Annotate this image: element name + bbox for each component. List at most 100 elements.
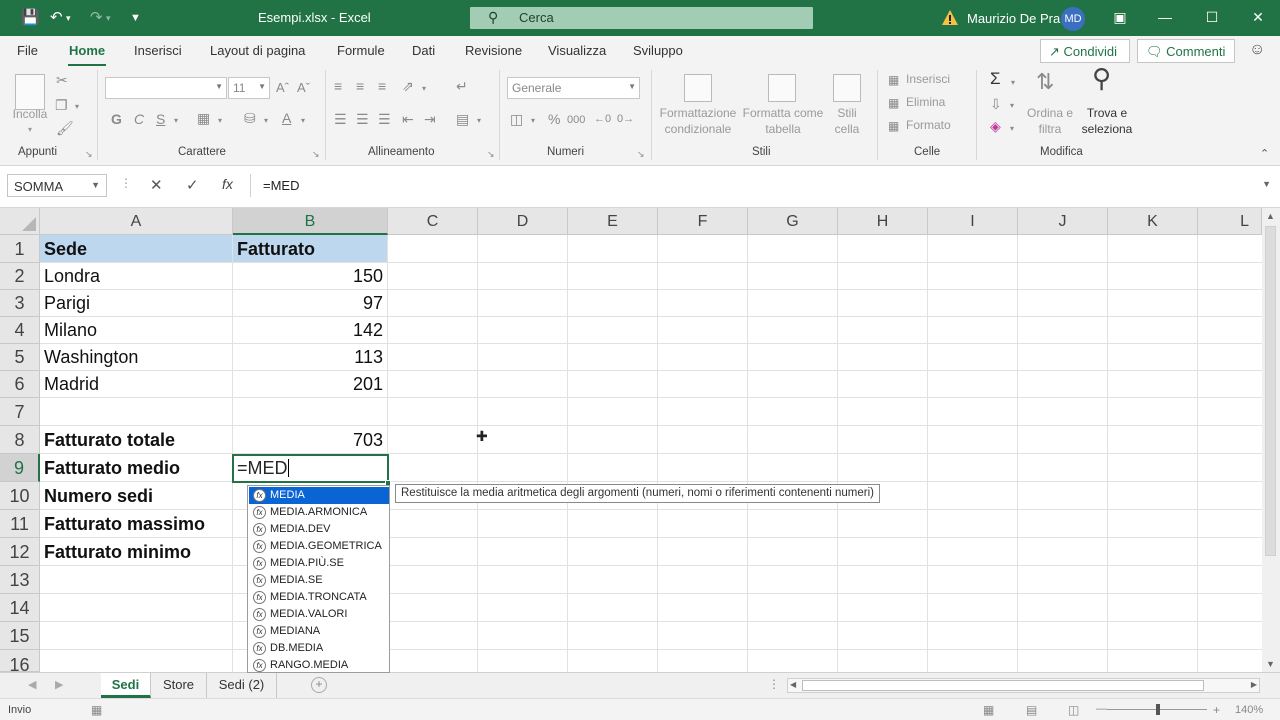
row-header-6[interactable]: 6 xyxy=(0,371,40,398)
borders-icon[interactable]: ▦ xyxy=(197,110,210,126)
orientation-icon[interactable]: ⇗ xyxy=(402,78,414,94)
accounting-dropdown-icon[interactable]: ▾ xyxy=(531,113,535,129)
bold-button[interactable]: G xyxy=(111,111,122,127)
cell-a3[interactable]: Parigi xyxy=(40,290,233,317)
zoom-slider-thumb[interactable] xyxy=(1156,704,1160,715)
tab-view[interactable]: Visualizza xyxy=(548,43,606,58)
vertical-scrollbar[interactable]: ▲ ▼ xyxy=(1262,208,1280,672)
row-header-4[interactable]: 4 xyxy=(0,317,40,344)
cell-styles-icon[interactable] xyxy=(833,74,861,102)
warning-icon[interactable] xyxy=(941,9,959,26)
ribbon-display-icon[interactable]: ▣ xyxy=(1110,7,1130,27)
row-header-8[interactable]: 8 xyxy=(0,426,40,454)
cell-a5[interactable]: Washington xyxy=(40,344,233,371)
close-icon[interactable]: ✕ xyxy=(1248,7,1268,27)
decrease-indent-icon[interactable]: ⇤ xyxy=(402,111,414,127)
autocomplete-item-media-geometrica[interactable]: fx MEDIA.GEOMETRICA xyxy=(249,538,389,555)
scroll-up-icon[interactable]: ▲ xyxy=(1266,211,1275,221)
format-cells-icon[interactable]: ▦ xyxy=(888,118,899,134)
find-select-label-2[interactable]: seleziona xyxy=(1074,122,1140,137)
sheet-tab-sedi[interactable]: Sedi xyxy=(101,673,151,698)
cell-a10[interactable]: Numero sedi xyxy=(40,482,233,510)
find-icon[interactable]: ⚲ xyxy=(1092,65,1111,91)
formula-input[interactable]: =MED ▼ xyxy=(250,174,1275,197)
fill-color-dropdown-icon[interactable]: ▾ xyxy=(264,113,268,129)
active-cell-b9[interactable]: =MED xyxy=(232,454,389,483)
column-header-l[interactable]: L xyxy=(1198,208,1262,235)
redo-dropdown-icon[interactable]: ▾ xyxy=(106,9,111,27)
customize-qat-icon[interactable]: ▼ xyxy=(130,9,141,27)
increase-indent-icon[interactable]: ⇥ xyxy=(424,111,436,127)
font-name-combo[interactable]: ▼ xyxy=(105,77,227,99)
zoom-out-icon[interactable]: — xyxy=(1096,703,1107,715)
cell-b5[interactable]: 113 xyxy=(233,344,388,371)
scroll-left-icon[interactable]: ◀ xyxy=(790,680,796,689)
avatar[interactable]: MD xyxy=(1061,7,1085,31)
format-as-table-label-2[interactable]: tabella xyxy=(740,122,826,137)
minimize-icon[interactable]: — xyxy=(1155,7,1175,27)
feedback-icon[interactable]: ☺ xyxy=(1249,41,1265,59)
next-sheet-icon[interactable]: ▶ xyxy=(55,678,63,691)
cell-b3[interactable]: 97 xyxy=(233,290,388,317)
alignment-launcher-icon[interactable]: ↘ xyxy=(487,149,495,160)
name-box[interactable]: SOMMA ▼ xyxy=(7,174,107,197)
autocomplete-item-media-valori[interactable]: fx MEDIA.VALORI xyxy=(249,606,389,623)
normal-view-icon[interactable]: ▦ xyxy=(983,703,994,717)
autocomplete-item-media-armonica[interactable]: fx MEDIA.ARMONICA xyxy=(249,504,389,521)
save-icon[interactable]: 💾 xyxy=(21,9,40,27)
cell-styles-label-2[interactable]: cella xyxy=(824,122,870,137)
cell-a6[interactable]: Madrid xyxy=(40,371,233,398)
autocomplete-item-media[interactable]: fx MEDIA xyxy=(249,487,389,504)
row-header-1[interactable]: 1 xyxy=(0,235,40,263)
cancel-icon[interactable]: ✕ xyxy=(150,176,163,194)
align-bottom-icon[interactable]: ≡ xyxy=(378,78,386,94)
row-header-10[interactable]: 10 xyxy=(0,482,40,510)
align-center-icon[interactable]: ☰ xyxy=(356,111,369,127)
orientation-dropdown-icon[interactable]: ▾ xyxy=(422,81,426,97)
cell-a4[interactable]: Milano xyxy=(40,317,233,344)
column-header-e[interactable]: E xyxy=(568,208,658,235)
column-header-a[interactable]: A xyxy=(40,208,233,235)
find-select-label-1[interactable]: Trova e xyxy=(1074,106,1140,121)
cell-b2[interactable]: 150 xyxy=(233,263,388,290)
copy-icon[interactable]: ❐ xyxy=(55,97,68,113)
accounting-format-icon[interactable]: ◫ xyxy=(510,111,523,127)
shrink-font-icon[interactable]: Aˇ xyxy=(297,80,310,96)
column-header-h[interactable]: H xyxy=(838,208,928,235)
italic-button[interactable]: C xyxy=(134,111,144,127)
page-layout-view-icon[interactable]: ▤ xyxy=(1026,703,1037,717)
column-header-d[interactable]: D xyxy=(478,208,568,235)
collapse-ribbon-icon[interactable]: ⌃ xyxy=(1260,146,1269,162)
autocomplete-item-mediana[interactable]: fx MEDIANA xyxy=(249,623,389,640)
autocomplete-item-media-piu-se[interactable]: fx MEDIA.PIÙ.SE xyxy=(249,555,389,572)
row-header-5[interactable]: 5 xyxy=(0,344,40,371)
column-header-j[interactable]: J xyxy=(1018,208,1108,235)
paste-label[interactable]: Incolla xyxy=(12,107,48,122)
horizontal-scrollbar[interactable]: ◀ ▶ xyxy=(787,678,1260,693)
align-top-icon[interactable]: ≡ xyxy=(334,78,342,94)
number-launcher-icon[interactable]: ↘ xyxy=(637,149,645,160)
font-color-icon[interactable]: A xyxy=(282,110,291,126)
column-header-k[interactable]: K xyxy=(1108,208,1198,235)
row-header-16[interactable]: 16 xyxy=(0,650,40,672)
comments-button[interactable]: 🗨 Commenti xyxy=(1137,39,1235,63)
zoom-level[interactable]: 140% xyxy=(1235,704,1263,716)
cell-styles-label-1[interactable]: Stili xyxy=(824,106,870,121)
row-header-15[interactable]: 15 xyxy=(0,622,40,650)
maximize-icon[interactable]: ☐ xyxy=(1202,7,1222,27)
column-header-f[interactable]: F xyxy=(658,208,748,235)
autocomplete-item-rango-media[interactable]: fx RANGO.MEDIA xyxy=(249,657,389,674)
grow-font-icon[interactable]: Aˆ xyxy=(276,80,289,96)
row-header-12[interactable]: 12 xyxy=(0,538,40,566)
format-as-table-icon[interactable] xyxy=(768,74,796,102)
sort-filter-label-1[interactable]: Ordina e xyxy=(1022,106,1078,121)
column-header-c[interactable]: C xyxy=(388,208,478,235)
macro-record-icon[interactable]: ▦ xyxy=(91,703,102,717)
conditional-format-label-2[interactable]: condizionale xyxy=(655,122,741,137)
zoom-in-icon[interactable]: + xyxy=(1213,703,1220,717)
tab-home[interactable]: Home xyxy=(69,43,105,58)
column-header-b[interactable]: B xyxy=(233,208,388,235)
merge-center-icon[interactable]: ▤ xyxy=(456,111,469,127)
insert-cells-label[interactable]: Inserisci xyxy=(906,72,950,87)
cell-b6[interactable]: 201 xyxy=(233,371,388,398)
